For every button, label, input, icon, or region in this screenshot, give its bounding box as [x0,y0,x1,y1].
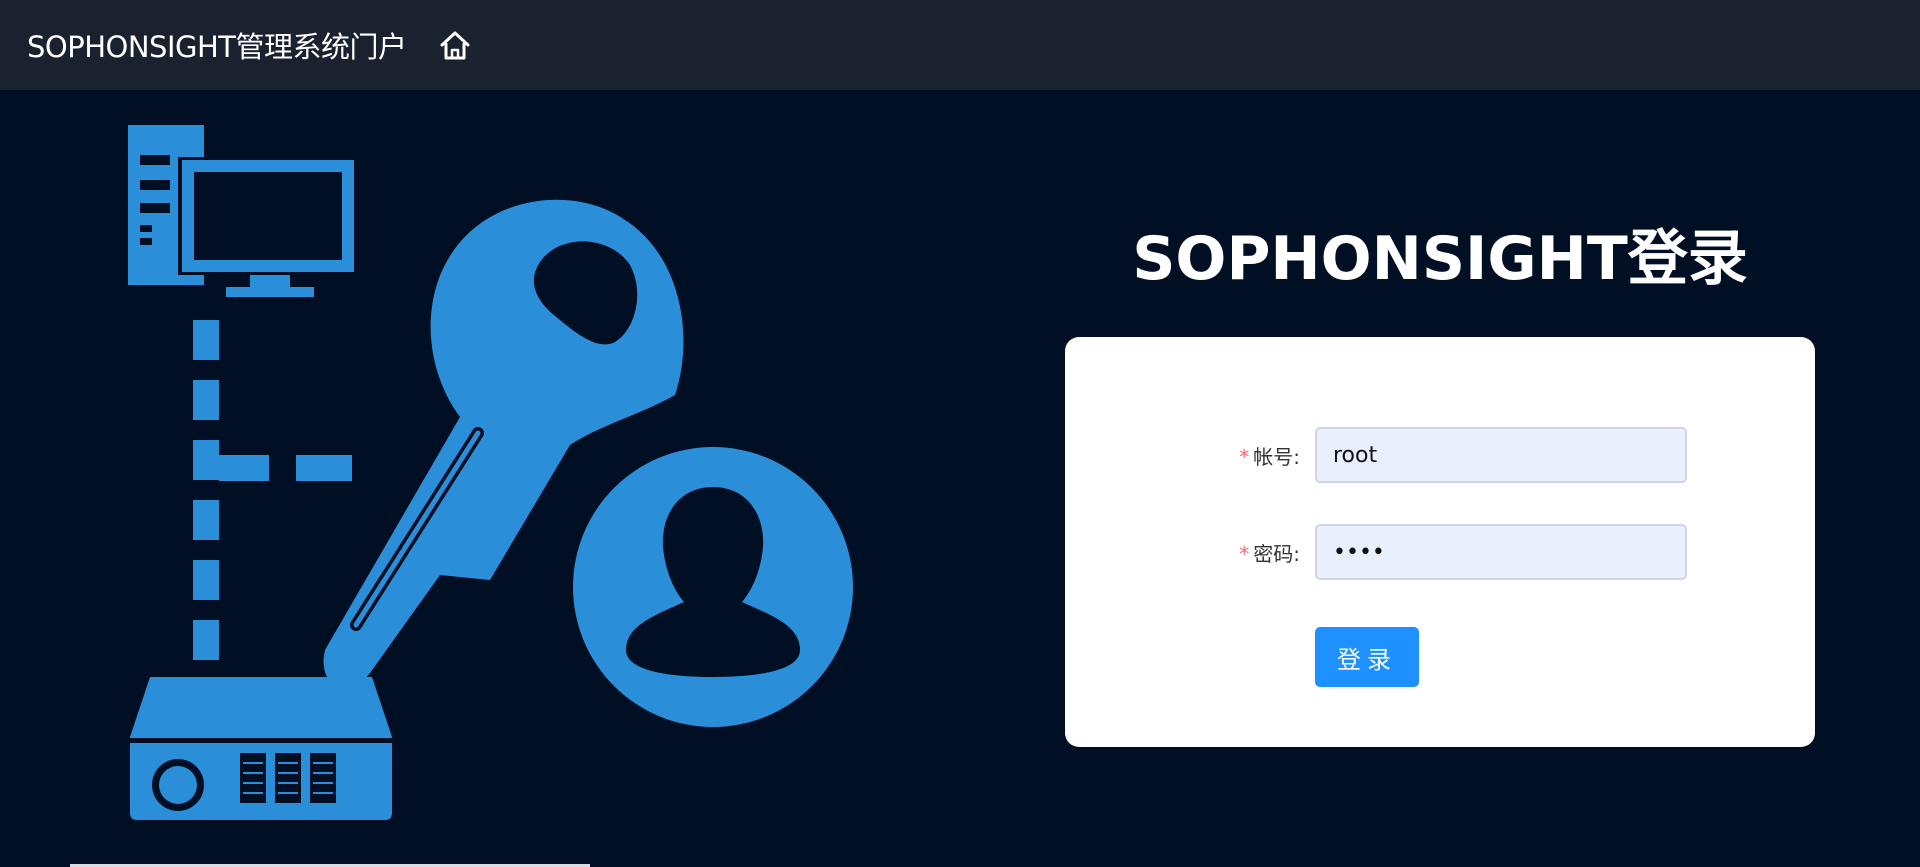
account-row: * 帐号: [1065,427,1815,487]
login-heading: SOPHONSIGHT登录 [1132,224,1748,294]
password-label-text: 密码: [1253,542,1300,566]
security-illustration [128,125,860,820]
account-input[interactable] [1315,427,1687,483]
device-icon [130,677,392,820]
password-input[interactable] [1315,524,1687,580]
home-button[interactable] [436,26,474,64]
required-mark: * [1239,445,1250,469]
home-icon [440,31,470,60]
required-mark: * [1239,542,1250,566]
app-title: SOPHONSIGHT管理系统门户 [27,30,407,64]
top-navigation-bar: SOPHONSIGHT管理系统门户 [0,0,1920,90]
account-label-text: 帐号: [1253,445,1300,469]
computer-icon [128,125,356,297]
user-icon [565,439,860,735]
login-form: *帐号: *密码: 登录 [1065,337,1815,747]
password-row: * 密码: [1065,524,1815,584]
main-content: SOPHONSIGHT登录 *帐号: *密码: 登录 [0,90,1920,867]
password-label: * 密码: [1239,524,1300,584]
login-button[interactable]: 登录 [1315,627,1419,687]
account-label: * 帐号: [1239,427,1300,487]
